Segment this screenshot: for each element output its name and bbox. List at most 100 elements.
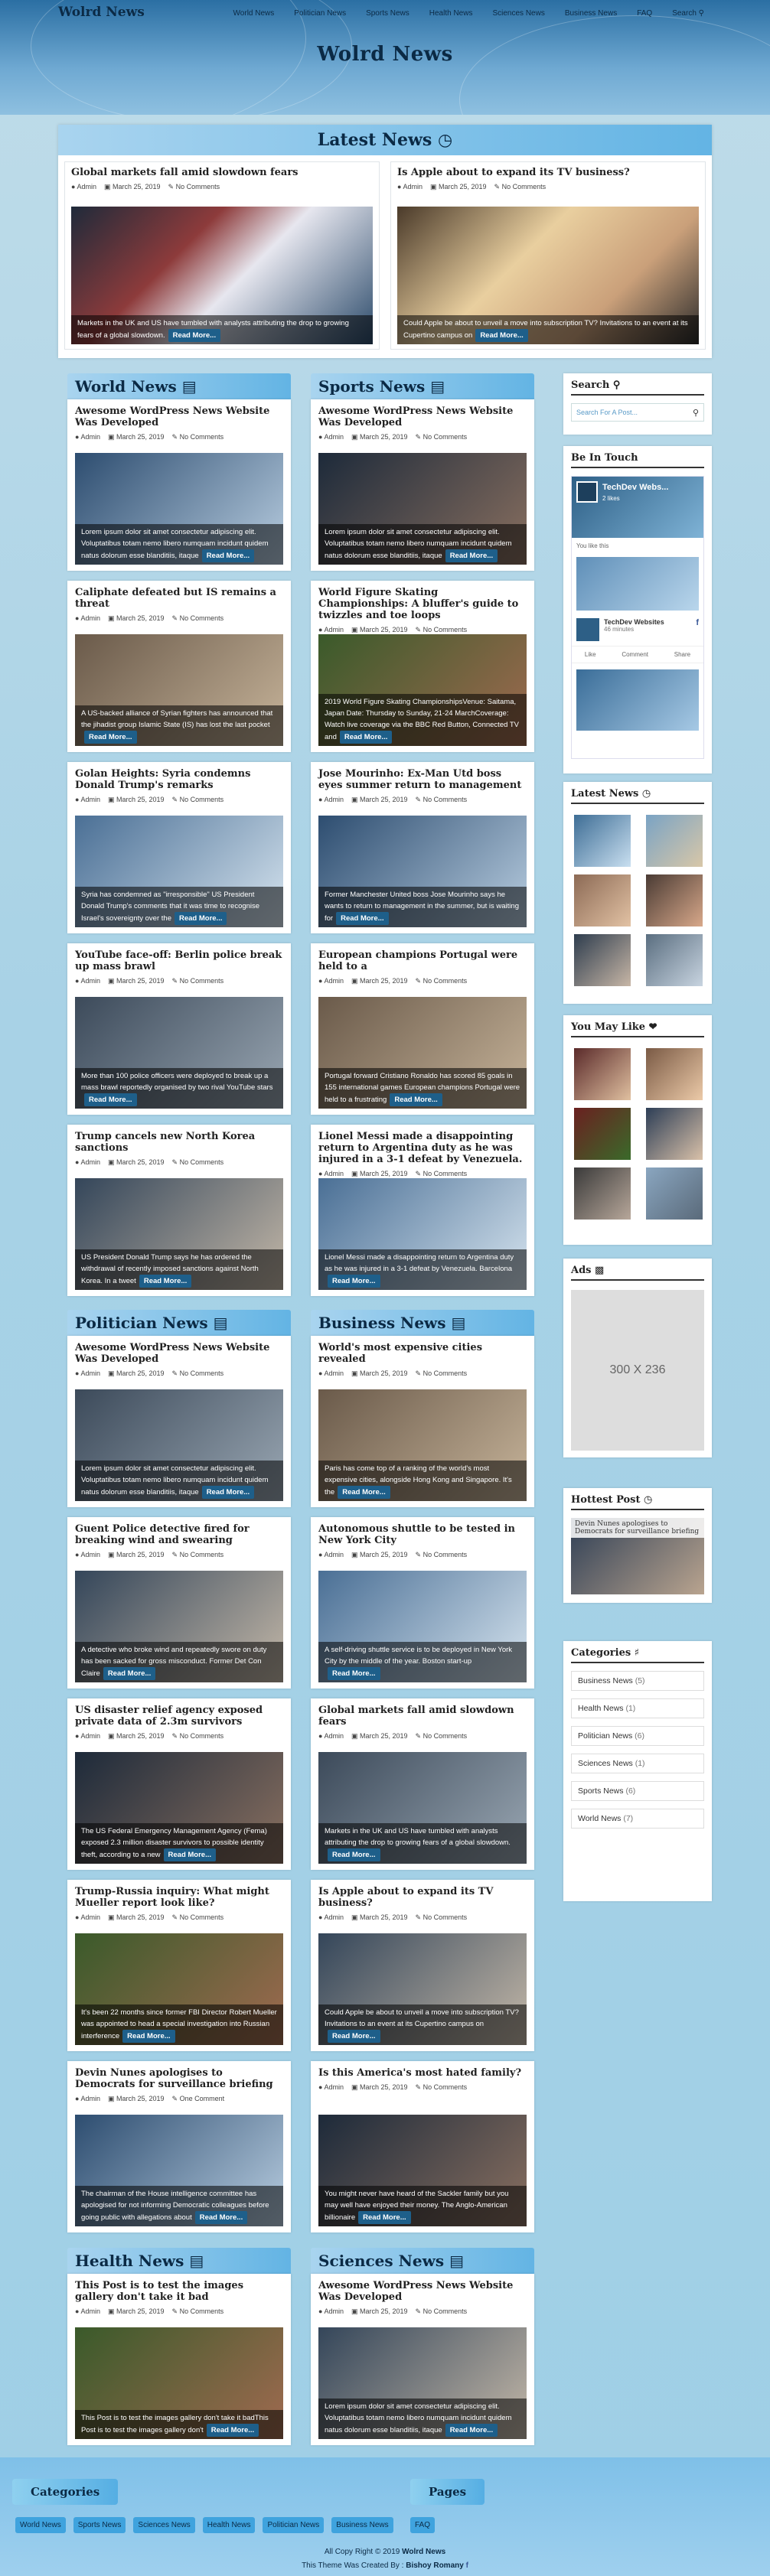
comments[interactable]: ✎ No Comments xyxy=(416,1369,468,1378)
author[interactable]: ● Admin xyxy=(318,1551,344,1559)
may-like-thumb[interactable] xyxy=(574,1168,631,1220)
post-image[interactable]: US President Donald Trump says he has or… xyxy=(75,1178,283,1290)
author[interactable]: ● Admin xyxy=(318,626,344,634)
author[interactable]: ● Admin xyxy=(318,433,344,441)
author[interactable]: ● Admin xyxy=(75,1913,100,1922)
author[interactable]: ● Admin xyxy=(318,1732,344,1741)
post-image[interactable]: Lionel Messi made a disappointing return… xyxy=(318,1178,527,1290)
post-card[interactable]: Trump cancels new North Korea sanctions ●… xyxy=(67,1125,291,1296)
post-card[interactable]: Autonomous shuttle to be tested in New Y… xyxy=(311,1517,534,1689)
post-title[interactable]: Devin Nunes apologises to Democrats for … xyxy=(75,2067,283,2090)
read-more-button[interactable]: Read More... xyxy=(328,2030,380,2043)
footer-tag[interactable]: Sports News xyxy=(73,2517,126,2533)
author[interactable]: ● Admin xyxy=(318,796,344,804)
post-card[interactable]: Golan Heights: Syria condemns Donald Tru… xyxy=(67,762,291,933)
latest-thumb[interactable] xyxy=(574,815,631,867)
read-more-button[interactable]: Read More... xyxy=(84,1093,137,1106)
read-more-button[interactable]: Read More... xyxy=(475,329,528,342)
post-image[interactable]: Syria has condemned as "irresponsible" U… xyxy=(75,816,283,927)
may-like-thumb[interactable] xyxy=(646,1108,703,1160)
author[interactable]: ● Admin xyxy=(75,2307,100,2316)
fb-share-button[interactable]: Share xyxy=(674,651,690,658)
post-image[interactable]: You might never have heard of the Sackle… xyxy=(318,2115,527,2226)
post-title[interactable]: World Figure Skating Championships: A bl… xyxy=(318,587,527,621)
comments[interactable]: ✎ No Comments xyxy=(494,183,547,191)
category-item[interactable]: Politician News (6) xyxy=(571,1726,704,1746)
footer-tag[interactable]: Sciences News xyxy=(133,2517,195,2533)
post-card[interactable]: World's most expensive cities revealed ● … xyxy=(311,1336,534,1507)
post-title[interactable]: Awesome WordPress News Website Was Devel… xyxy=(318,405,527,428)
world-news-heading[interactable]: World News ▤ xyxy=(67,373,291,399)
post-card[interactable]: Is Apple about to expand its TV business… xyxy=(311,1880,534,2051)
post-card[interactable]: Caliphate defeated but IS remains a thre… xyxy=(67,581,291,752)
author[interactable]: ● Admin xyxy=(71,183,96,191)
post-title[interactable]: Is Apple about to expand its TV business… xyxy=(318,1886,527,1909)
site-logo[interactable]: Wolrd News xyxy=(58,5,145,20)
footer-tag[interactable]: Health News xyxy=(202,2517,256,2533)
fb-like-button[interactable]: Like xyxy=(585,651,596,658)
post-image[interactable]: Markets in the UK and US have tumbled wi… xyxy=(318,1752,527,1864)
hottest-post-card[interactable]: Devin Nunes apologises to Democrats for … xyxy=(571,1518,704,1594)
post-image[interactable]: A US-backed alliance of Syrian fighters … xyxy=(75,634,283,746)
comments[interactable]: ✎ No Comments xyxy=(416,1732,468,1741)
author[interactable]: ● Admin xyxy=(75,614,100,623)
post-card[interactable]: YouTube face-off: Berlin police break up… xyxy=(67,943,291,1115)
post-title[interactable]: US disaster relief agency exposed privat… xyxy=(75,1705,283,1728)
post-title[interactable]: Awesome WordPress News Website Was Devel… xyxy=(318,2280,527,2303)
nav-business-news[interactable]: Business News xyxy=(565,9,617,18)
post-card[interactable]: Global markets fall amid slowdown fears ●… xyxy=(311,1698,534,1870)
search-submit-icon[interactable]: ⚲ xyxy=(693,408,699,418)
comments[interactable]: ✎ One Comment xyxy=(172,2095,225,2103)
post-card[interactable]: Trump-Russia inquiry: What might Mueller… xyxy=(67,1880,291,2051)
author[interactable]: ● Admin xyxy=(75,1732,100,1741)
may-like-thumb[interactable] xyxy=(574,1108,631,1160)
read-more-button[interactable]: Read More... xyxy=(201,549,255,562)
author[interactable]: ● Admin xyxy=(397,183,423,191)
author[interactable]: ● Admin xyxy=(318,1369,344,1378)
post-title[interactable]: Lionel Messi made a disappointing return… xyxy=(318,1131,527,1165)
latest-thumb[interactable] xyxy=(574,934,631,986)
read-more-button[interactable]: Read More... xyxy=(174,912,227,925)
post-image[interactable]: Former Manchester United boss Jose Mouri… xyxy=(318,816,527,927)
post-title[interactable]: Trump cancels new North Korea sanctions xyxy=(75,1131,283,1154)
read-more-button[interactable]: Read More... xyxy=(206,2424,259,2437)
facebook-icon[interactable]: f xyxy=(466,2561,468,2570)
category-item[interactable]: Health News (1) xyxy=(571,1698,704,1718)
author[interactable]: ● Admin xyxy=(318,2307,344,2316)
nav-politician-news[interactable]: Politician News xyxy=(294,9,346,18)
post-title[interactable]: Awesome WordPress News Website Was Devel… xyxy=(75,1342,283,1365)
read-more-button[interactable]: Read More... xyxy=(336,912,389,925)
post-card[interactable]: Lionel Messi made a disappointing return… xyxy=(311,1125,534,1296)
post-image[interactable]: The US Federal Emergency Management Agen… xyxy=(75,1752,283,1864)
health-news-heading[interactable]: Health News ▤ xyxy=(67,2248,291,2274)
post-card[interactable]: World Figure Skating Championships: A bl… xyxy=(311,581,534,752)
read-more-button[interactable]: Read More... xyxy=(201,1486,255,1499)
comments[interactable]: ✎ No Comments xyxy=(416,1551,468,1559)
latest-thumb[interactable] xyxy=(646,934,703,986)
comments[interactable]: ✎ No Comments xyxy=(172,1913,224,1922)
comments[interactable]: ✎ No Comments xyxy=(172,977,224,985)
politician-news-heading[interactable]: Politician News ▤ xyxy=(67,1310,291,1336)
post-image[interactable]: 2019 World Figure Skating ChampionshipsV… xyxy=(318,634,527,746)
read-more-button[interactable]: Read More... xyxy=(328,1848,380,1861)
post-card[interactable]: Guent Police detective fired for breakin… xyxy=(67,1517,291,1689)
post-title[interactable]: Autonomous shuttle to be tested in New Y… xyxy=(318,1523,527,1546)
read-more-button[interactable]: Read More... xyxy=(445,549,498,562)
latest-card[interactable]: Global markets fall amid slowdown fears ●… xyxy=(64,161,380,350)
post-title[interactable]: Awesome WordPress News Website Was Devel… xyxy=(75,405,283,428)
post-title[interactable]: Golan Heights: Syria condemns Donald Tru… xyxy=(75,768,283,791)
post-image[interactable]: A self-driving shuttle service is to be … xyxy=(318,1571,527,1682)
latest-card-image[interactable]: Could Apple be about to unveil a move in… xyxy=(397,207,699,344)
comments[interactable]: ✎ No Comments xyxy=(416,2083,468,2092)
comments[interactable]: ✎ No Comments xyxy=(172,2307,224,2316)
sidebar-search-input[interactable]: Search For A Post... xyxy=(576,409,638,416)
author[interactable]: ● Admin xyxy=(75,1158,100,1167)
post-card[interactable]: Is this America's most hated family? ● Ad… xyxy=(311,2061,534,2232)
read-more-button[interactable]: Read More... xyxy=(122,2030,175,2043)
read-more-button[interactable]: Read More... xyxy=(445,2424,498,2437)
post-title[interactable]: Global markets fall amid slowdown fears xyxy=(318,1705,527,1728)
comments[interactable]: ✎ No Comments xyxy=(172,433,224,441)
latest-thumb[interactable] xyxy=(646,874,703,927)
may-like-thumb[interactable] xyxy=(646,1048,703,1100)
category-item[interactable]: Business News (5) xyxy=(571,1671,704,1691)
